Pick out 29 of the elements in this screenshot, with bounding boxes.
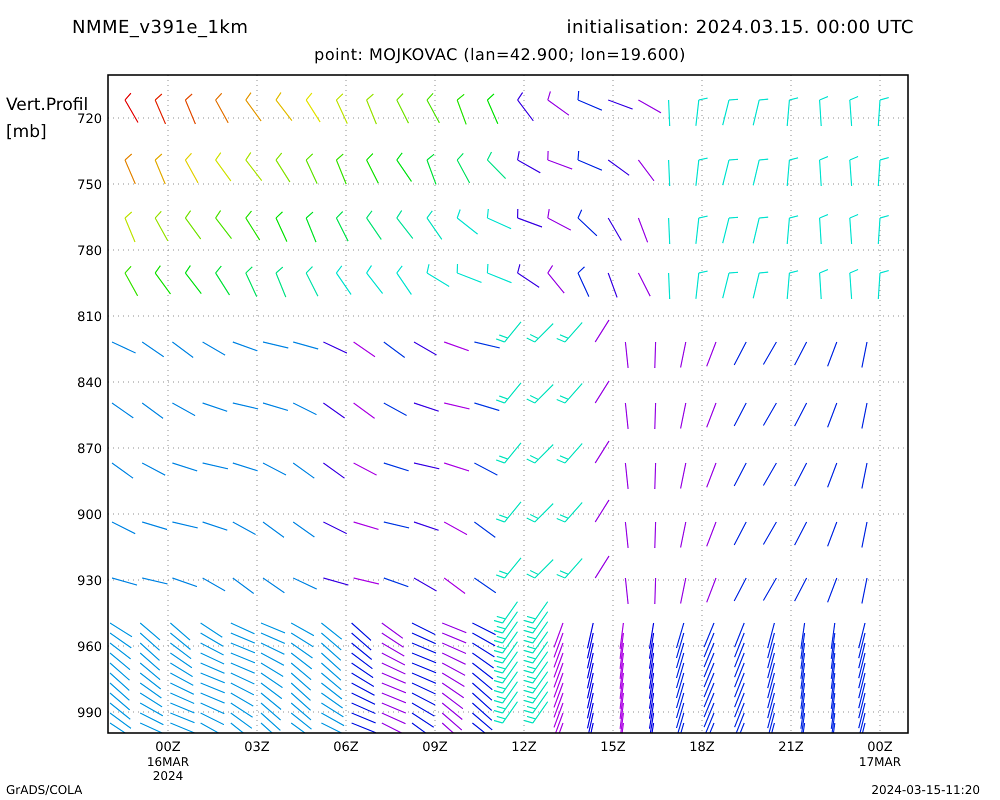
- x-tick-label: 03Z: [244, 740, 270, 755]
- y-tick-label: 720: [77, 112, 102, 127]
- point-subtitle: point: MOJKOVAC (lan=42.900; lon=19.600): [314, 44, 686, 64]
- x-tick-label: 00Z: [155, 740, 181, 755]
- y-tick-label: 870: [77, 442, 102, 457]
- initialisation-title: initialisation: 2024.03.15. 00:00 UTC: [566, 17, 914, 38]
- y-tick-label: 960: [77, 640, 102, 655]
- x-tick-label: 18Z: [689, 740, 715, 755]
- x-tick-label: 09Z: [422, 740, 448, 755]
- x-tick-label: 15Z: [600, 740, 626, 755]
- x-tick-label: 12Z: [511, 740, 537, 755]
- y-tick-label: 900: [77, 508, 102, 523]
- y-axis-label: Vert.Profil: [6, 95, 88, 115]
- y-tick-label: 810: [77, 310, 102, 325]
- footer-timestamp: 2024-03-15-11:20: [871, 783, 980, 797]
- y-tick-label: 750: [77, 178, 102, 193]
- x-tick-label: 21Z: [778, 740, 804, 755]
- x-tick-label: 06Z: [333, 740, 359, 755]
- y-axis-label: [mb]: [6, 122, 47, 142]
- footer-credit: GrADS/COLA: [6, 783, 82, 797]
- model-title: NMME_v391e_1km: [72, 17, 248, 38]
- x-tick-label: 00Z: [867, 740, 893, 755]
- y-tick-label: 840: [77, 376, 102, 391]
- y-tick-label: 990: [77, 706, 102, 721]
- y-tick-label: 780: [77, 244, 102, 259]
- x-date-label: 2024: [152, 769, 184, 780]
- y-tick-label: 930: [77, 574, 102, 589]
- x-date-label: 17MAR: [858, 755, 902, 769]
- x-date-label: 16MAR: [146, 755, 190, 769]
